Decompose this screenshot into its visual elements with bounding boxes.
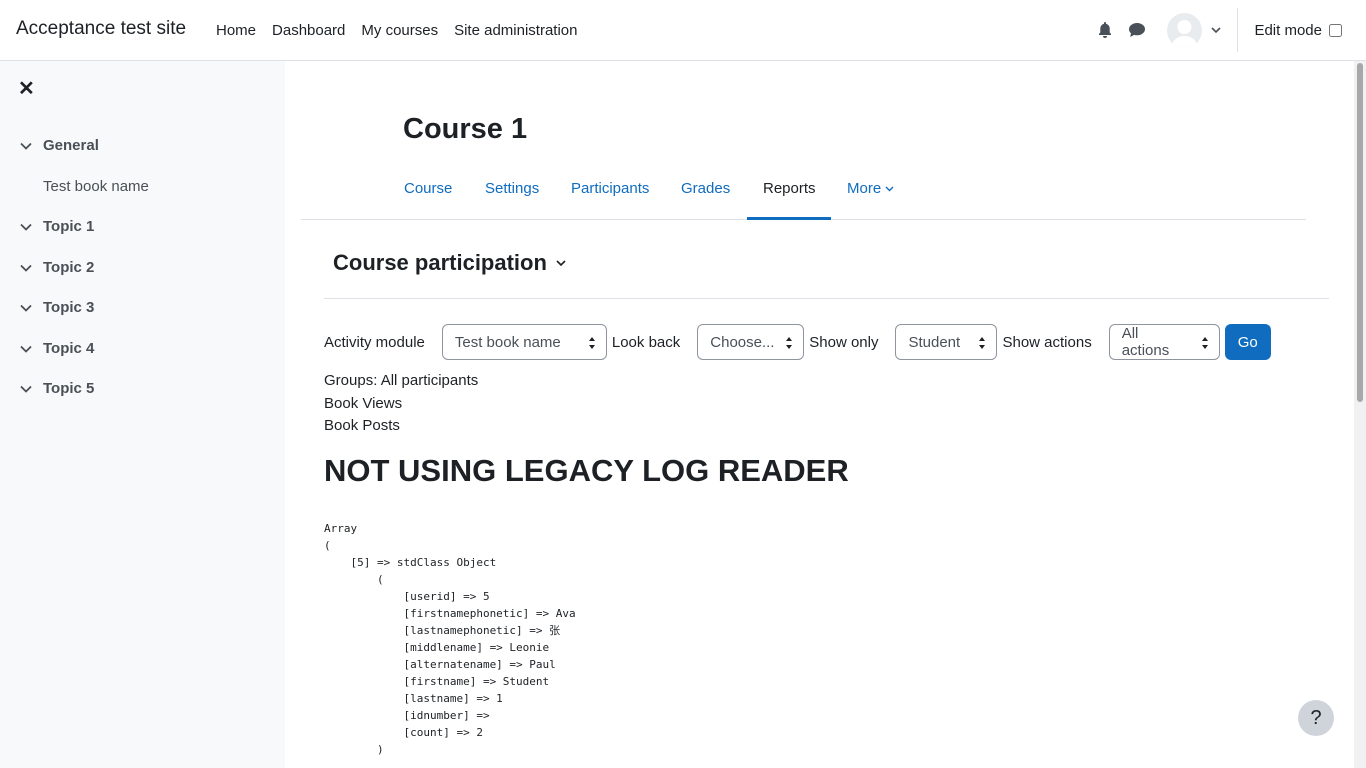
show-actions-select[interactable]: All actions bbox=[1108, 324, 1220, 360]
edit-mode-label: Edit mode bbox=[1254, 21, 1322, 39]
chevron-down-icon bbox=[885, 186, 894, 192]
show-only-select[interactable]: Student bbox=[895, 324, 998, 360]
chevron-down-icon[interactable] bbox=[556, 259, 566, 267]
course-index-drawer: ✕ General Test book name Topic 1 Topic 2… bbox=[0, 61, 285, 768]
select-arrows-icon bbox=[1201, 337, 1208, 349]
chevron-down-icon[interactable] bbox=[20, 264, 34, 272]
tab-more[interactable]: More bbox=[847, 180, 894, 197]
chevron-down-icon[interactable] bbox=[20, 304, 34, 312]
show-only-label: Show only bbox=[809, 333, 879, 351]
look-back-value: Choose... bbox=[710, 333, 775, 351]
report-filter-form: Activity module Test book name Look back… bbox=[324, 324, 1271, 360]
section-topic-2[interactable]: Topic 2 bbox=[20, 259, 94, 276]
site-name-link[interactable]: Acceptance test site bbox=[16, 18, 186, 40]
scrollbar-thumb[interactable] bbox=[1357, 63, 1363, 402]
legacy-log-heading: NOT USING LEGACY LOG READER bbox=[324, 453, 849, 488]
nav-my-courses-link[interactable]: My courses bbox=[353, 22, 446, 39]
activity-module-select[interactable]: Test book name bbox=[441, 324, 607, 360]
tab-participants[interactable]: Participants bbox=[571, 180, 649, 197]
tab-grades[interactable]: Grades bbox=[681, 180, 730, 197]
chevron-down-icon[interactable] bbox=[20, 142, 34, 150]
groups-info: Groups: All participants bbox=[324, 372, 479, 389]
section-topic-3[interactable]: Topic 3 bbox=[20, 299, 94, 316]
nav-site-administration-link[interactable]: Site administration bbox=[446, 22, 585, 39]
close-drawer-icon[interactable]: ✕ bbox=[18, 79, 36, 99]
section-topic-1[interactable]: Topic 1 bbox=[20, 218, 94, 235]
messages-chat-icon[interactable] bbox=[1121, 14, 1153, 46]
section-topic-4-label[interactable]: Topic 4 bbox=[43, 340, 94, 357]
chevron-down-icon[interactable] bbox=[20, 223, 34, 231]
top-navbar: Acceptance test site Home Dashboard My c… bbox=[0, 0, 1366, 61]
help-button[interactable]: ? bbox=[1298, 700, 1334, 736]
activity-module-value: Test book name bbox=[454, 333, 561, 351]
look-back-label: Look back bbox=[611, 333, 681, 351]
navbar-right-tools: Edit mode bbox=[1089, 0, 1366, 60]
report-heading[interactable]: Course participation bbox=[333, 250, 547, 276]
course-secondary-nav: Course Settings Participants Grades Repo… bbox=[301, 163, 1306, 220]
tab-course[interactable]: Course bbox=[404, 180, 452, 197]
book-views-label: Book Views bbox=[324, 395, 403, 412]
section-topic-5[interactable]: Topic 5 bbox=[20, 380, 94, 397]
activity-module-label: Activity module bbox=[324, 333, 425, 351]
user-menu-toggle[interactable] bbox=[1167, 12, 1222, 48]
select-arrows-icon bbox=[588, 337, 595, 349]
section-topic-2-label[interactable]: Topic 2 bbox=[43, 259, 94, 276]
section-general[interactable]: General bbox=[20, 137, 99, 154]
report-selector[interactable]: Course participation bbox=[333, 250, 566, 276]
section-topic-5-label[interactable]: Topic 5 bbox=[43, 380, 94, 397]
show-actions-value: All actions bbox=[1121, 325, 1170, 359]
report-divider bbox=[324, 298, 1329, 299]
show-only-value: Student bbox=[908, 333, 961, 351]
edit-mode-checkbox[interactable] bbox=[1329, 23, 1342, 37]
notifications-bell-icon[interactable] bbox=[1089, 14, 1121, 46]
section-topic-1-label[interactable]: Topic 1 bbox=[43, 218, 94, 235]
nav-home-link[interactable]: Home bbox=[208, 22, 264, 39]
page-title: Course 1 bbox=[403, 113, 528, 145]
look-back-select[interactable]: Choose... bbox=[697, 324, 805, 360]
book-posts-label: Book Posts bbox=[324, 417, 400, 434]
chevron-down-icon bbox=[1211, 26, 1222, 34]
activity-test-book-link[interactable]: Test book name bbox=[43, 178, 149, 195]
tab-more-label[interactable]: More bbox=[847, 180, 881, 197]
primary-navigation: Home Dashboard My courses Site administr… bbox=[208, 0, 586, 60]
go-button[interactable]: Go bbox=[1224, 324, 1271, 360]
user-avatar bbox=[1167, 12, 1203, 48]
active-tab-indicator bbox=[747, 217, 831, 220]
select-arrows-icon bbox=[786, 337, 793, 349]
show-actions-label: Show actions bbox=[1002, 333, 1092, 351]
tab-settings[interactable]: Settings bbox=[485, 180, 539, 197]
section-topic-3-label[interactable]: Topic 3 bbox=[43, 299, 94, 316]
debug-array-dump: Array ( [5] => stdClass Object ( [userid… bbox=[324, 522, 576, 756]
edit-mode-toggle[interactable]: Edit mode bbox=[1238, 22, 1366, 39]
section-general-label[interactable]: General bbox=[43, 137, 99, 154]
main-content: Course 1 Course Settings Participants Gr… bbox=[285, 61, 1354, 768]
nav-dashboard-link[interactable]: Dashboard bbox=[264, 22, 353, 39]
page-scrollbar[interactable] bbox=[1354, 61, 1366, 768]
tab-reports[interactable]: Reports bbox=[763, 180, 816, 197]
select-arrows-icon bbox=[979, 337, 986, 349]
section-topic-4[interactable]: Topic 4 bbox=[20, 340, 94, 357]
chevron-down-icon[interactable] bbox=[20, 385, 34, 393]
chevron-down-icon[interactable] bbox=[20, 345, 34, 353]
